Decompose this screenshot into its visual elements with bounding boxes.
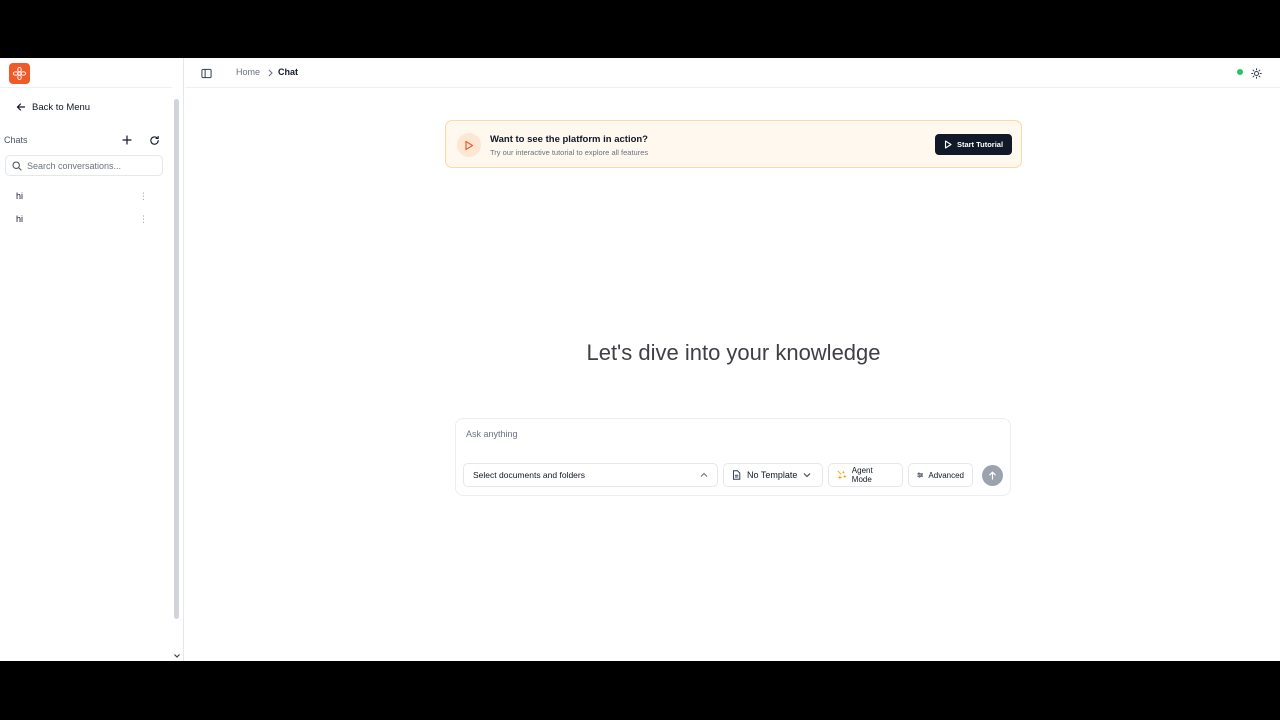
select-documents-label: Select documents and folders <box>473 470 585 480</box>
banner-subtitle: Try our interactive tutorial to explore … <box>490 148 649 157</box>
chat-list-item[interactable]: hi ⋮ <box>10 209 152 229</box>
breadcrumb-home[interactable]: Home <box>236 67 260 77</box>
start-tutorial-label: Start Tutorial <box>956 140 1004 149</box>
play-icon <box>944 140 952 149</box>
back-to-menu-button[interactable]: Back to Menu <box>16 99 90 115</box>
more-options-icon[interactable]: ⋮ <box>139 191 148 201</box>
start-tutorial-button[interactable]: Start Tutorial <box>935 134 1012 155</box>
theme-toggle-button[interactable] <box>1248 65 1264 81</box>
message-input[interactable] <box>466 429 996 445</box>
sidebar-scrollbar[interactable] <box>174 99 179 619</box>
template-label: No Template <box>747 470 798 480</box>
select-documents-dropdown[interactable]: Select documents and folders <box>463 463 718 487</box>
scroll-down-arrow-icon[interactable] <box>173 652 181 660</box>
page-heading: Let's dive into your knowledge <box>586 340 881 365</box>
back-to-menu-label: Back to Menu <box>32 101 91 113</box>
chat-list-item[interactable]: hi ⋮ <box>10 186 152 206</box>
search-input[interactable] <box>27 160 157 171</box>
agent-mode-label: Agent Mode <box>851 466 873 484</box>
arrow-left-icon <box>16 103 26 111</box>
more-options-icon[interactable]: ⋮ <box>139 214 148 224</box>
app-window: Back to Menu Chats hi ⋮ hi ⋮ Home <box>0 58 1280 661</box>
top-bar: Home Chat <box>185 58 1280 88</box>
banner-title: Want to see the platform in action? <box>490 134 648 145</box>
chats-section-label: Chats <box>4 135 28 145</box>
template-dropdown[interactable]: No Template <box>723 463 823 487</box>
document-icon <box>733 470 741 480</box>
sun-icon <box>1250 67 1262 79</box>
toggle-sidebar-button[interactable] <box>198 65 214 81</box>
chevron-up-icon <box>700 472 708 477</box>
chat-title: hi <box>16 214 24 224</box>
sparkles-icon <box>837 470 847 480</box>
flower-logo-icon[interactable] <box>9 63 30 84</box>
advanced-options-button[interactable]: Advanced <box>908 463 973 487</box>
sidebar-divider <box>0 87 172 88</box>
arrow-up-icon <box>989 471 996 480</box>
chat-composer: Select documents and folders No Template… <box>455 418 1011 496</box>
advanced-label: Advanced <box>928 470 964 480</box>
connection-status-indicator <box>1237 69 1243 75</box>
refresh-chats-button[interactable] <box>146 132 162 148</box>
new-chat-button[interactable] <box>119 132 135 148</box>
send-button[interactable] <box>982 465 1003 486</box>
agent-mode-toggle[interactable]: Agent Mode <box>828 463 903 487</box>
chevron-down-icon <box>803 473 811 478</box>
plus-icon <box>122 135 132 145</box>
refresh-icon <box>149 135 159 145</box>
sliders-icon <box>917 472 924 478</box>
chevron-right-icon <box>268 69 273 77</box>
tutorial-banner: Want to see the platform in action? Try … <box>445 120 1022 168</box>
search-icon <box>12 160 22 171</box>
panel-left-icon <box>200 68 212 78</box>
breadcrumb-chat: Chat <box>278 67 298 77</box>
chat-title: hi <box>16 191 24 201</box>
play-circle-icon <box>457 133 481 157</box>
search-conversations[interactable] <box>5 155 163 176</box>
sidebar: Back to Menu Chats hi ⋮ hi ⋮ <box>0 58 184 661</box>
